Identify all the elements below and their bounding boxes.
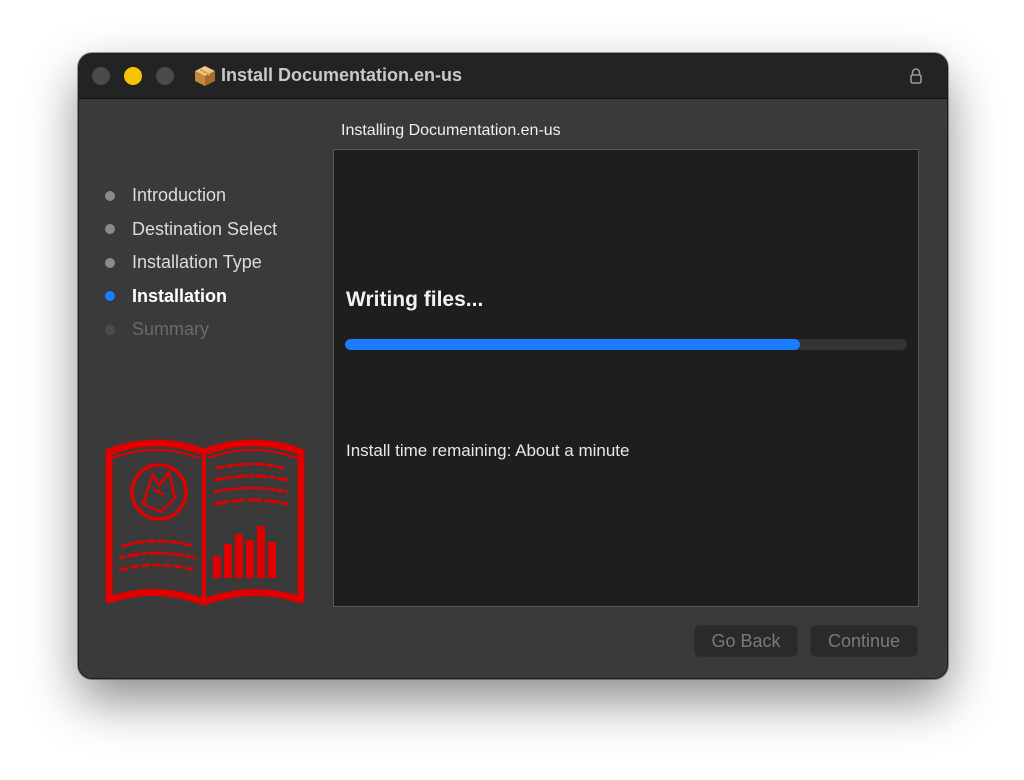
- step-installation-type: Installation Type: [105, 246, 335, 280]
- zoom-button[interactable]: [156, 67, 174, 85]
- progress-fill: [345, 339, 801, 350]
- step-summary: Summary: [105, 313, 335, 347]
- installer-window: Install Documentation.en-us Introduction…: [78, 53, 948, 679]
- step-indicator: [105, 257, 115, 268]
- step-indicator-active: [105, 291, 115, 302]
- progress-bar: [345, 339, 907, 350]
- continue-button[interactable]: Continue: [810, 625, 918, 657]
- step-label: Introduction: [132, 185, 227, 206]
- install-panel: Writing files... Install time remaining:…: [333, 149, 919, 607]
- step-label: Summary: [132, 319, 210, 340]
- title-bar: Install Documentation.en-us: [79, 54, 947, 99]
- step-indicator: [105, 324, 115, 335]
- step-indicator: [105, 224, 115, 235]
- step-label: Installation Type: [132, 252, 262, 273]
- time-remaining-text: Install time remaining: About a minute: [346, 441, 630, 460]
- close-button[interactable]: [92, 67, 110, 85]
- step-label: Installation: [132, 285, 228, 306]
- step-installation: Installation: [105, 280, 335, 314]
- step-destination-select: Destination Select: [105, 213, 335, 247]
- step-label: Destination Select: [132, 218, 278, 239]
- book-icon: [105, 439, 305, 606]
- window-title: Install Documentation.en-us: [221, 65, 463, 85]
- minimize-button[interactable]: [124, 67, 142, 85]
- status-text: Writing files...: [346, 288, 484, 311]
- package-icon: [195, 66, 215, 86]
- steps-sidebar: Introduction Destination Select Installa…: [105, 179, 335, 347]
- step-indicator: [105, 190, 115, 201]
- lock-icon: [910, 68, 922, 84]
- step-introduction: Introduction: [105, 179, 335, 213]
- content-heading: Installing Documentation.en-us: [341, 122, 561, 139]
- go-back-button[interactable]: Go Back: [694, 625, 798, 657]
